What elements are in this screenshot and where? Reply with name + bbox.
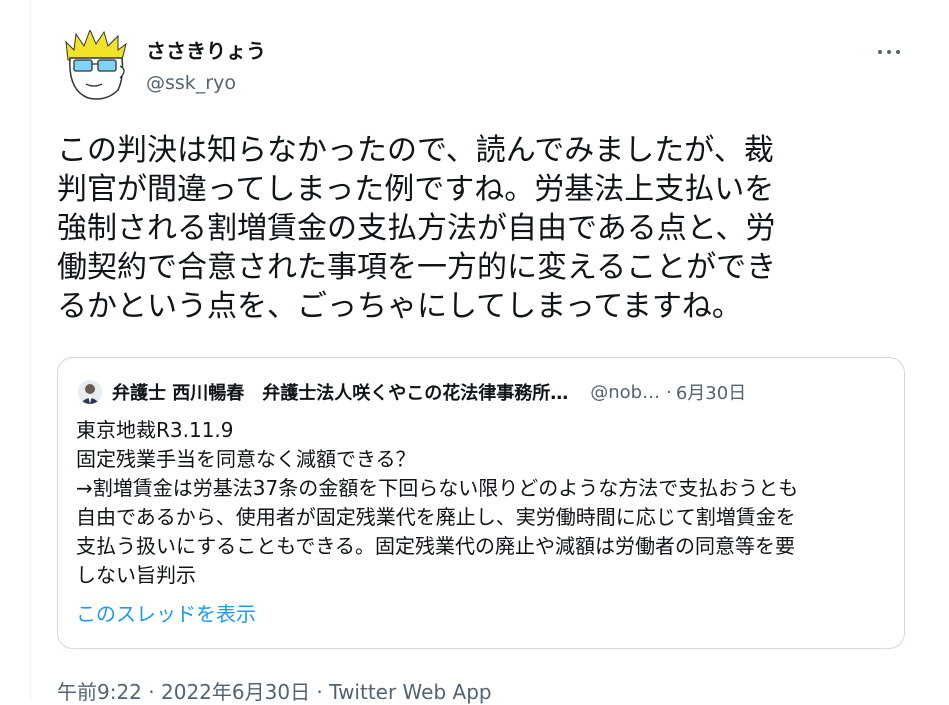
show-thread-link[interactable]: このスレッドを表示: [76, 598, 256, 627]
quoted-tweet-header: 弁護士 西川暢春 弁護士法人咲くやこの花法律事務所… @nob… · 6月30日: [78, 378, 888, 406]
quoted-handle[interactable]: @nob…: [590, 382, 660, 403]
quoted-tweet-card[interactable]: 弁護士 西川暢春 弁護士法人咲くやこの花法律事務所… @nob… · 6月30日…: [57, 357, 905, 649]
user-handle[interactable]: @ssk_ryo: [146, 70, 236, 96]
tweet-source-app[interactable]: Twitter Web App: [329, 680, 491, 704]
quoted-tweet-text: 東京地裁R3.11.9 固定残業手当を同意なく減額できる？ →割増賃金は労基法3…: [76, 416, 891, 590]
tweet-text-line: 判官が間違ってしまった例ですね。労基法上支払いを: [57, 172, 775, 207]
quoted-text-line: 支払う扱いにすることもできる。固定残業代の廃止や減額は労働者の同意等を要: [76, 534, 795, 558]
more-dot: [896, 50, 900, 54]
quoted-text-line: しない旨判示: [76, 563, 196, 587]
tweet-text-line: 強制される割増賃金の支払方法が自由である点と、労: [57, 211, 776, 246]
tweet-date[interactable]: 2022年6月30日: [161, 680, 310, 704]
tweet-text-line: この判決は知らなかったので、読んでみましたが、裁: [57, 133, 774, 168]
quoted-text-line: 固定残業手当を同意なく減額できる？: [76, 447, 416, 471]
more-horizontal-icon: [878, 50, 882, 54]
quoted-text-line: 東京地裁R3.11.9: [76, 418, 234, 442]
quoted-date[interactable]: 6月30日: [676, 379, 746, 405]
avatar[interactable]: [62, 28, 128, 102]
separator-dot: ·: [666, 381, 672, 403]
quoted-display-name[interactable]: 弁護士 西川暢春 弁護士法人咲くやこの花法律事務所…: [112, 379, 568, 405]
tweet-text-line: 働契約で合意された事項を一方的に変えることができ: [57, 250, 777, 285]
quoted-text-line: →割増賃金は労基法37条の金額を下回らない限りどのような方法で支払おうとも: [76, 476, 799, 500]
quoted-text-line: 自由であるから、使用者が固定残業代を廃止し、実労働時間に応じて割増賃金を: [76, 505, 796, 529]
meta-separator: ·: [310, 680, 330, 704]
quoted-avatar[interactable]: [78, 380, 102, 404]
more-options-button[interactable]: [868, 36, 910, 68]
more-dot: [887, 50, 891, 54]
meta-separator: ·: [141, 680, 161, 704]
tweet-time[interactable]: 午前9:22: [57, 680, 142, 704]
tweet-text: この判決は知らなかったので、読んでみましたが、裁 判官が間違ってしまった例ですね…: [57, 131, 897, 326]
display-name[interactable]: ささきりょう: [146, 38, 266, 64]
tweet-text-line: るかという点を、ごっちゃにしてしまってますね。: [57, 289, 742, 324]
